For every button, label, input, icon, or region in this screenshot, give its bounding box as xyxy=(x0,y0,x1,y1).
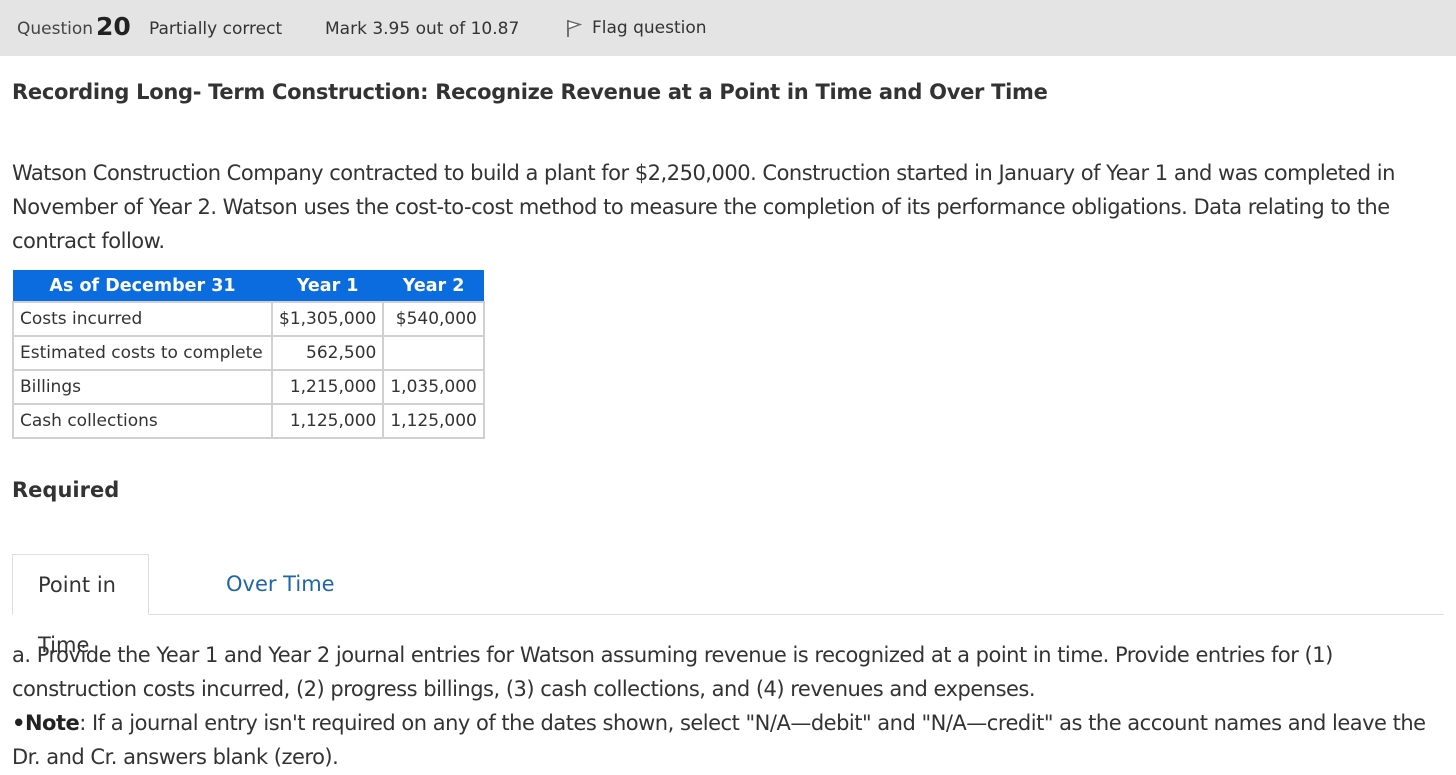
table-row: Estimated costs to complete 562,500 xyxy=(12,335,485,371)
table-row: Cash collections 1,125,000 1,125,000 xyxy=(12,403,485,439)
tab-point-in-time[interactable]: Point in Time xyxy=(12,554,149,657)
column-header: Year 2 xyxy=(382,270,485,303)
required-heading: Required xyxy=(12,478,120,502)
instructions-text: a. Provide the Year 1 and Year 2 journal… xyxy=(12,638,1448,774)
question-title: Recording Long- Term Construction: Recog… xyxy=(12,80,1048,104)
row-label: Costs incurred xyxy=(12,301,273,337)
row-label: Estimated costs to complete xyxy=(12,335,273,371)
note-bullet: • xyxy=(12,711,25,735)
flag-icon xyxy=(567,20,583,37)
row-label: Billings xyxy=(12,369,273,405)
column-header: As of December 31 xyxy=(12,270,273,303)
year2-value xyxy=(382,335,485,371)
year2-value: 1,035,000 xyxy=(382,369,485,405)
contract-data-table: As of December 31 Year 1 Year 2 Costs in… xyxy=(12,270,485,439)
tab-over-time[interactable]: Over Time xyxy=(201,554,360,614)
table-header-row: As of December 31 Year 1 Year 2 xyxy=(12,270,485,303)
table-row: Billings 1,215,000 1,035,000 xyxy=(12,369,485,405)
row-label: Cash collections xyxy=(12,403,273,439)
year1-value: 1,215,000 xyxy=(270,369,385,405)
mark-score: Mark 3.95 out of 10.87 xyxy=(325,19,520,39)
part-a-instructions: a. Provide the Year 1 and Year 2 journal… xyxy=(12,643,1333,701)
question-number: 20 xyxy=(96,12,131,41)
question-info-bar: Question 20 Partially correct Mark 3.95 … xyxy=(0,0,1456,56)
year2-value: $540,000 xyxy=(382,301,485,337)
year1-value: 562,500 xyxy=(270,335,385,371)
year1-value: 1,125,000 xyxy=(270,403,385,439)
year1-value: $1,305,000 xyxy=(270,301,385,337)
flag-question-button[interactable]: Flag question xyxy=(565,18,707,38)
table-row: Costs incurred $1,305,000 $540,000 xyxy=(12,301,485,337)
flag-question-label: Flag question xyxy=(592,18,707,38)
note-label: Note xyxy=(24,711,80,735)
grading-status: Partially correct xyxy=(149,19,283,39)
year2-value: 1,125,000 xyxy=(382,403,485,439)
column-header: Year 1 xyxy=(271,270,384,303)
question-label: Question xyxy=(17,19,94,39)
note-text: : If a journal entry isn't required on a… xyxy=(12,711,1426,769)
question-intro: Watson Construction Company contracted t… xyxy=(12,161,1395,253)
required-tabs: Point in Time Over Time xyxy=(12,554,1444,657)
